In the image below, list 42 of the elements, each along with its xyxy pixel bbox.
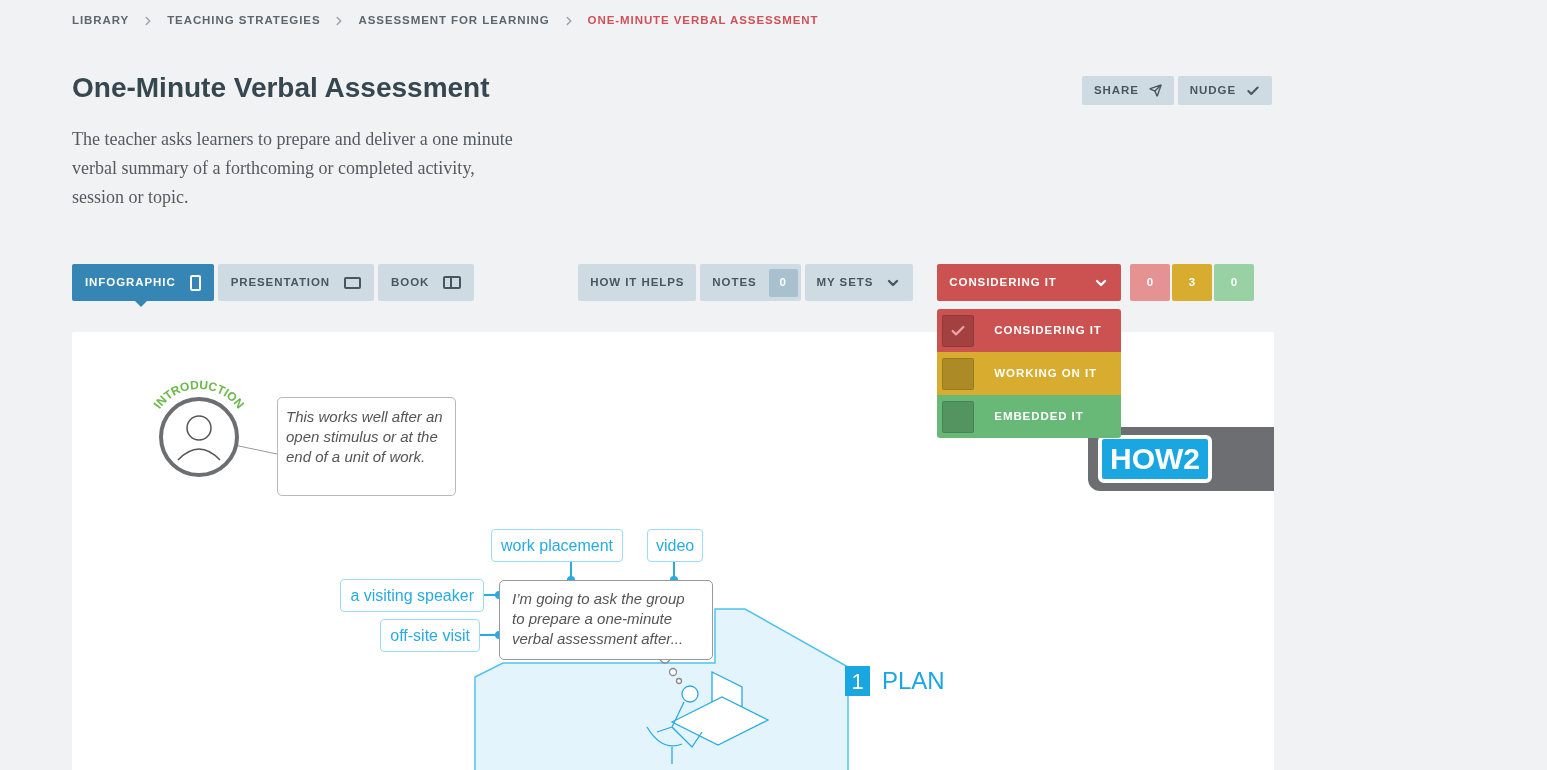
tag-label[interactable]: video	[647, 529, 704, 562]
option-checkbox[interactable]	[942, 314, 975, 347]
status-count: 0	[1214, 264, 1255, 301]
option-label: EMBEDDED IT	[994, 408, 1084, 424]
status-count: 0	[1130, 264, 1171, 301]
description-text: The teacher asks learners to prepare and deliver a one minute verbal summary of a forthcoming or completed activity, session or topic.	[72, 128, 514, 209]
tag-label[interactable]: work placement	[491, 529, 624, 562]
breadcrumb-link[interactable]: LIBRARY	[72, 11, 130, 30]
breadcrumb-link[interactable]: ASSESSMENT FOR LEARNING	[358, 11, 550, 30]
nudge-button[interactable]: NUDGE	[1177, 76, 1272, 105]
option-checkbox[interactable]	[942, 357, 975, 390]
option-label: CONSIDERING IT	[994, 322, 1102, 338]
portrait-icon	[189, 274, 201, 291]
notes-count: 0	[768, 268, 798, 297]
status-option[interactable]: CONSIDERING IT	[937, 309, 1122, 352]
thought-bubble: I’m going to ask the group to prepare a one-minute verbal assessment after...	[499, 580, 713, 660]
book-icon	[443, 276, 462, 289]
send-icon	[1148, 84, 1162, 97]
landscape-icon	[344, 276, 362, 289]
view-tab[interactable]: PRESENTATION	[217, 264, 375, 301]
step-label: PLAN	[882, 666, 945, 696]
logo-text: HOW2	[1098, 435, 1212, 483]
tool-button[interactable]: HOW IT HELPS	[578, 264, 697, 301]
step-number: 1	[845, 666, 870, 696]
status-dropdown[interactable]: CONSIDERING IT	[937, 264, 1122, 301]
check-icon	[1246, 83, 1260, 98]
quote-bubble: This works well after an open stimulus or at the end of a unit of work.	[277, 397, 456, 496]
view-tab[interactable]: INFOGRAPHIC	[72, 264, 214, 301]
option-label: WORKING ON IT	[994, 365, 1097, 381]
tab-pointer	[134, 300, 148, 307]
person-silhouette-icon	[177, 415, 221, 461]
breadcrumb-link[interactable]: ONE-MINUTE VERBAL ASSESSMENT	[587, 11, 819, 30]
breadcrumb-link[interactable]: TEACHING STRATEGIES	[167, 11, 321, 30]
page-title: One-Minute Verbal Assessment	[72, 72, 490, 104]
dropdown-button[interactable]: MY SETS	[804, 264, 914, 301]
status-count: 3	[1172, 264, 1213, 301]
tool-button[interactable]: NOTES 0	[700, 264, 801, 301]
tag-label[interactable]: a visiting speaker	[340, 579, 484, 612]
tag-label[interactable]: off-site visit	[380, 619, 480, 652]
share-button[interactable]: SHARE	[1082, 76, 1174, 105]
view-tab[interactable]: BOOK	[378, 264, 475, 301]
option-checkbox[interactable]	[942, 400, 975, 433]
